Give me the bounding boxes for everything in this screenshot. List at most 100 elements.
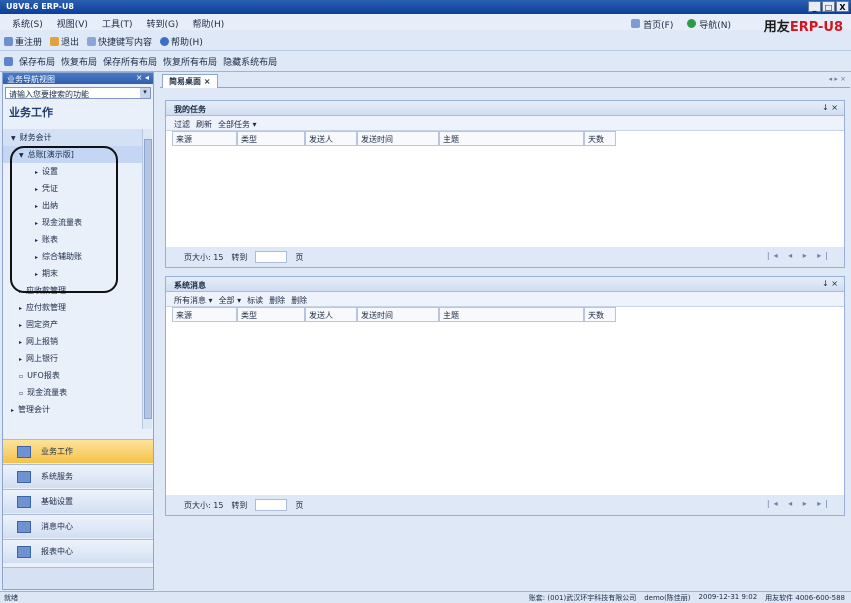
col-type[interactable]: 类型 [237,131,305,146]
panel-controls[interactable]: ↓ × [822,103,838,112]
chevron-down-icon[interactable]: ▾ [140,88,150,98]
tree-item-expense[interactable]: ▸ 网上报销 [3,333,143,350]
expand-arrow-icon: ▼ [11,135,16,142]
tree-item-fixed-assets[interactable]: ▸ 固定资产 [3,316,143,333]
filter-button[interactable]: 过滤 [174,119,190,129]
bullet-icon: ▸ [35,254,39,261]
restore-layout-button[interactable]: 恢复布局 [61,55,97,68]
tree-item-ledger[interactable]: ▸ 账表 [3,231,143,248]
refresh-button[interactable]: 刷新 [196,119,212,129]
all-dropdown[interactable]: 全部 ▾ [219,295,242,305]
logo-text: 用友 [763,20,790,35]
nav-button-label: 消息中心 [41,522,73,531]
col-days[interactable]: 天数 [584,307,616,322]
system-service-icon [17,470,31,483]
col-type[interactable]: 类型 [237,307,305,322]
tree-item-period-end[interactable]: ▸ 期末 [3,265,143,282]
tree-item-voucher[interactable]: ▸ 凭证 [3,180,143,197]
minimize-button[interactable]: _ [808,1,821,12]
brand-logo: 用友ERP-U8 [764,16,843,35]
tree-item-ap[interactable]: ▸ 应付款管理 [3,299,143,316]
tree-item-aux[interactable]: ▸ 综合辅助账 [3,248,143,265]
nav-button-basic-settings[interactable]: 基础设置 [3,489,153,513]
col-sender[interactable]: 发送人 [305,131,357,146]
nav-scrollbar[interactable] [142,129,152,429]
menu-system[interactable]: 系统(S) [12,17,43,30]
pager-controls[interactable]: |◂ ◂ ▸ ▸| [767,251,832,260]
col-source[interactable]: 来源 [172,307,237,322]
home-link[interactable]: 首页(F) [631,18,673,31]
tab-nav-arrows[interactable]: ◂ ▸ × [829,75,846,83]
tree-item-gl[interactable]: ▼ 总账[演示版] [3,146,143,163]
tree-item-ar[interactable]: ▸ 应收款管理 [3,282,143,299]
mark-read-button[interactable]: 标读 [247,295,263,305]
my-tasks-panel: 我的任务 ↓ × 过滤 刷新 全部任务 ▾ 来源 类型 发送人 发送时间 主题 天… [165,100,845,268]
nav-header-title: 业务导航视图 [7,75,55,84]
nav-close-icon[interactable]: × ◂ [136,73,149,82]
all-messages-dropdown[interactable]: 所有消息 ▾ [174,295,213,305]
status-ready: 就绪 [4,594,18,602]
nav-button-label: 系统服务 [41,472,73,481]
panel-header: 我的任务 ↓ × [166,101,844,116]
tree-item-ebank[interactable]: ▸ 网上银行 [3,350,143,367]
tree-item-cashflow[interactable]: ▸ 现金流量表 [3,214,143,231]
shortcut-button[interactable]: 快捷键写内容 [87,35,152,48]
tab-bar: 简易桌面 × ◂ ▸ × [160,72,850,88]
pager-controls[interactable]: |◂ ◂ ▸ ▸| [767,499,832,508]
maximize-button[interactable]: □ [822,1,835,12]
nav-button-message-center[interactable]: 消息中心 [3,514,153,538]
exit-button[interactable]: 退出 [50,35,79,48]
page-size-label: 页大小: 15 [184,500,224,510]
menu-help[interactable]: 帮助(H) [192,17,224,30]
menu-tools[interactable]: 工具(T) [102,17,133,30]
tab-simple-desktop[interactable]: 简易桌面 × [162,74,218,88]
save-all-layouts-button[interactable]: 保存所有布局 [103,55,157,68]
tree-item-setup[interactable]: ▸ 设置 [3,163,143,180]
help-button[interactable]: 帮助(H) [160,35,203,48]
status-datetime: 2009-12-31 9:02 [698,593,758,601]
col-source[interactable]: 来源 [172,131,237,146]
all-tasks-dropdown[interactable]: 全部任务 ▾ [218,119,257,129]
menu-goto[interactable]: 转到(G) [146,17,178,30]
hide-system-layout-button[interactable]: 隐藏系统布局 [223,55,277,68]
close-button[interactable]: X [836,1,849,12]
page-input[interactable] [255,499,288,511]
scrollbar-thumb[interactable] [144,139,152,419]
tree-item-mgmt-acct[interactable]: ▸ 管理会计 [3,401,143,418]
nav-footer [3,567,153,589]
delete-button[interactable]: 删除 [269,295,285,305]
nav-button-report-center[interactable]: 报表中心 [3,539,153,563]
panel-title: 系统消息 [174,281,206,290]
tree-item-ufo[interactable]: ▫ UFO报表 [3,367,143,384]
nav-button-system-service[interactable]: 系统服务 [3,464,153,488]
page-input[interactable] [255,251,288,263]
help-icon [160,37,170,46]
save-layout-button[interactable]: 保存布局 [19,55,55,68]
menu-view[interactable]: 视图(V) [57,17,88,30]
window-titlebar: U8V8.6 ERP-U8 _ □ X [0,0,851,14]
col-days[interactable]: 天数 [584,131,616,146]
tree-item-cashier[interactable]: ▸ 出纳 [3,197,143,214]
window-title: U8V8.6 ERP-U8 [6,2,74,11]
col-subject[interactable]: 主题 [439,307,584,322]
col-send-time[interactable]: 发送时间 [357,131,439,146]
expand-arrow-icon: ▼ [19,152,24,159]
navigate-link[interactable]: 导航(N) [687,18,731,31]
tree-item-cashflow-report[interactable]: ▫ 现金流量表 [3,384,143,401]
panel-controls[interactable]: ↓ × [822,279,838,288]
nav-button-business[interactable]: 业务工作 [3,439,153,463]
nav-section-title: 业务工作 [9,106,53,119]
delete-all-button[interactable]: 删除 [291,295,307,305]
message-icon [17,520,31,533]
tree-item-label: UFO报表 [27,371,60,380]
relogin-button[interactable]: 重注册 [4,35,42,48]
nav-search-input[interactable]: 请输入您要搜索的功能 ▾ [5,87,151,99]
col-subject[interactable]: 主题 [439,131,584,146]
col-sender[interactable]: 发送人 [305,307,357,322]
status-account: 账套: (001)武汉环宇科技有限公司 [528,594,637,602]
navigate-link-label: 导航(N) [699,21,731,31]
tree-item-finance[interactable]: ▼ 财务会计 [3,129,143,146]
col-send-time[interactable]: 发送时间 [357,307,439,322]
restore-all-layouts-button[interactable]: 恢复所有布局 [163,55,217,68]
tree-item-label: 财务会计 [19,133,52,142]
